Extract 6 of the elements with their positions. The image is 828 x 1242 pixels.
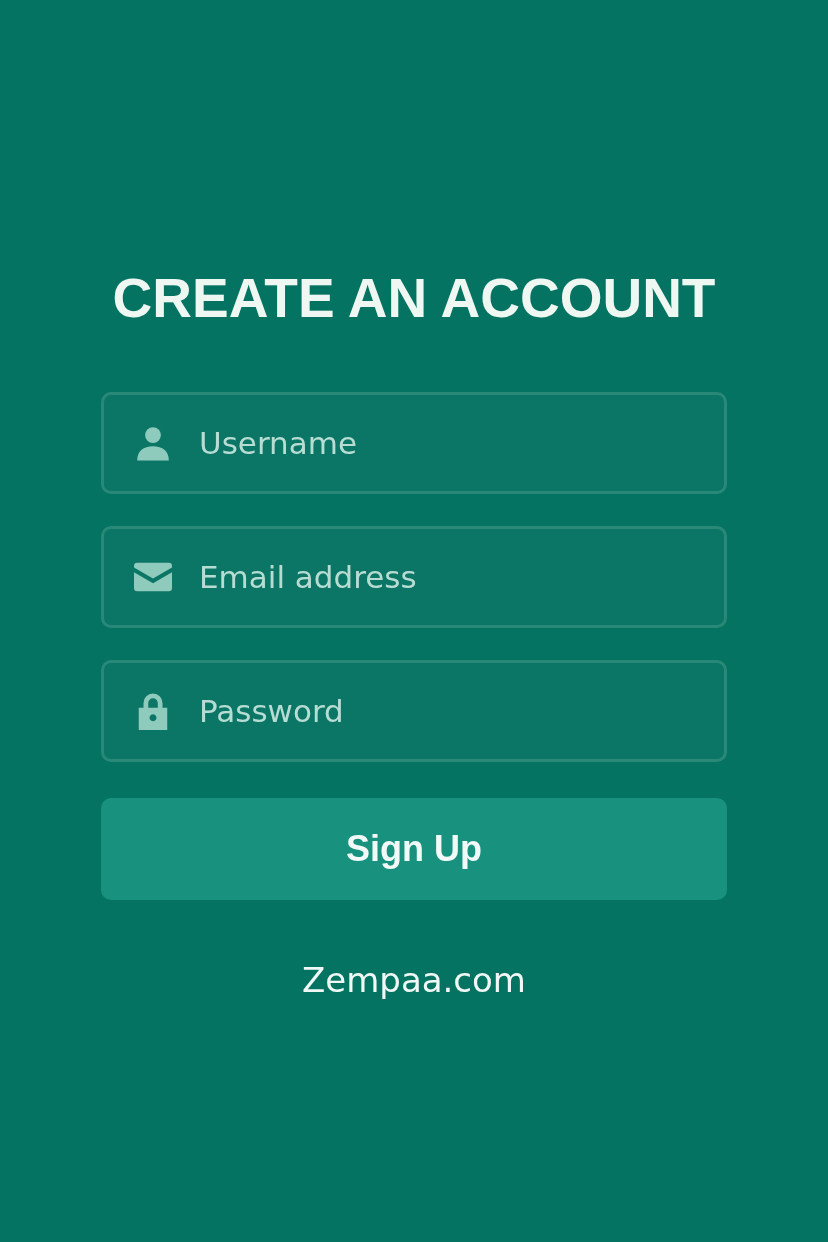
website-link[interactable]: Zempaa.com — [302, 960, 526, 1000]
page-title: CREATE AN ACCOUNT — [112, 266, 716, 330]
password-field[interactable]: Password — [101, 660, 727, 762]
username-field[interactable]: Username — [101, 392, 727, 494]
sign-up-button[interactable]: Sign Up — [101, 798, 727, 900]
email-field[interactable]: Email address — [101, 526, 727, 628]
